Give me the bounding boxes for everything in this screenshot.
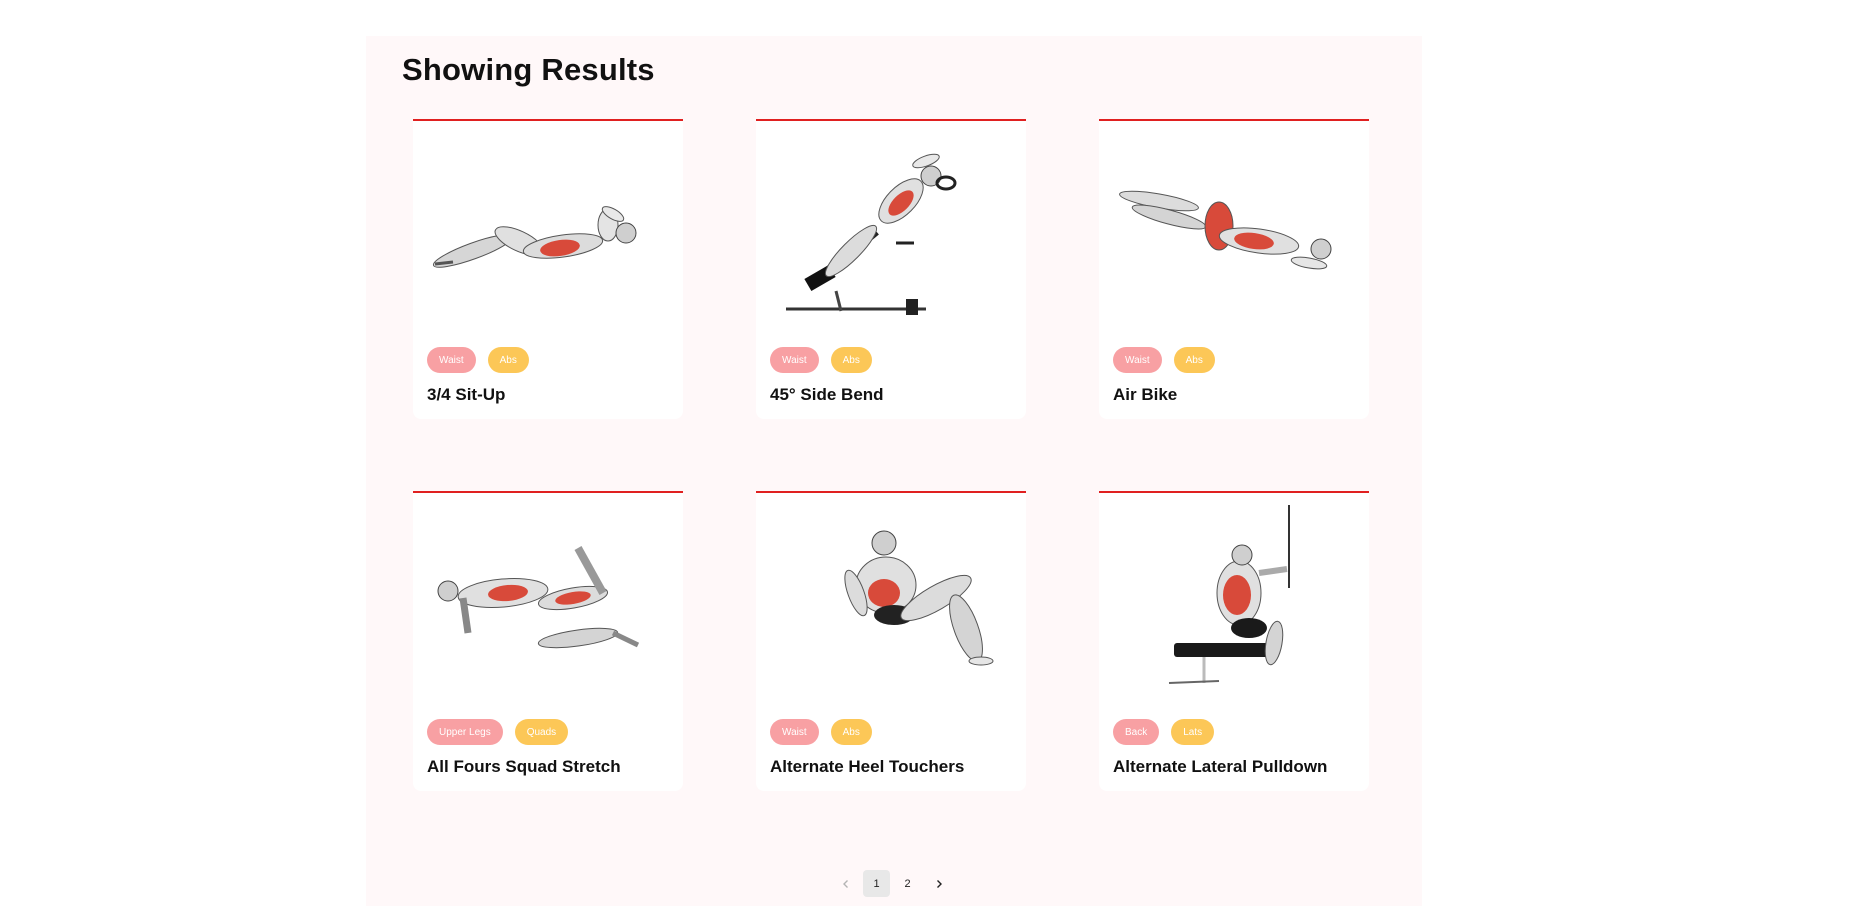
body-part-tag[interactable]: Back [1113,719,1160,745]
page-button-2[interactable]: 2 [894,870,921,897]
exercise-name: All Fours Squad Stretch [427,757,621,776]
exercise-name: 3/4 Sit-Up [427,385,506,404]
chevron-right-icon[interactable] [925,870,952,897]
body-part-tag[interactable]: Waist [1113,347,1162,373]
exercise-grid: Waist Abs 3/4 Sit-Up Waist Abs 45° Side … [413,119,1369,791]
target-muscle-tag[interactable]: Lats [1171,719,1215,745]
target-muscle-tag[interactable]: Abs [1173,347,1215,373]
body-part-tag[interactable]: Waist [770,347,819,373]
tag-list: Back Lats [1113,719,1215,745]
exercise-card[interactable]: Waist Abs 45° Side Bend [756,119,1026,419]
tag-list: Waist Abs [1113,347,1215,373]
target-muscle-tag[interactable]: Abs [830,347,872,373]
body-part-tag[interactable]: Upper Legs [427,719,503,745]
body-part-tag[interactable]: Waist [770,719,819,745]
tag-list: Waist Abs [770,719,872,745]
target-muscle-tag[interactable]: Abs [487,347,529,373]
quad-stretch-figure-icon [437,546,640,649]
exercise-name: Air Bike [1113,385,1178,404]
target-muscle-tag[interactable]: Quads [514,719,569,745]
situp-figure-icon [432,206,637,268]
exercise-card[interactable]: Upper Legs Quads All Fours Squad Stretch [413,491,683,791]
heel-touchers-figure-icon [844,530,994,666]
exercise-name: 45° Side Bend [770,385,884,404]
exercise-card[interactable]: Waist Abs 3/4 Sit-Up [413,119,683,419]
tag-list: Waist Abs [770,347,872,373]
chevron-left-icon[interactable] [832,870,859,897]
exercise-card[interactable]: Waist Abs Air Bike [1099,119,1369,419]
page-button-1[interactable]: 1 [863,870,890,897]
air-bike-figure-icon [1119,190,1332,270]
pagination: 1 2 [832,870,952,897]
tag-list: Waist Abs [427,347,529,373]
tag-list: Upper Legs Quads [427,719,569,745]
results-section: Showing Results Waist Abs 3/4 Sit-Up Wai… [366,36,1422,906]
side-bend-figure-icon [786,153,957,315]
exercise-card[interactable]: Waist Abs Alternate Heel Touchers [756,491,1026,791]
lateral-pulldown-figure-icon [1168,505,1290,684]
page-title: Showing Results [402,52,655,87]
exercise-card[interactable]: Back Lats Alternate Lateral Pulldown [1099,491,1369,791]
exercise-name: Alternate Heel Touchers [770,757,965,776]
target-muscle-tag[interactable]: Abs [830,719,872,745]
body-part-tag[interactable]: Waist [427,347,476,373]
exercise-name: Alternate Lateral Pulldown [1113,757,1328,776]
